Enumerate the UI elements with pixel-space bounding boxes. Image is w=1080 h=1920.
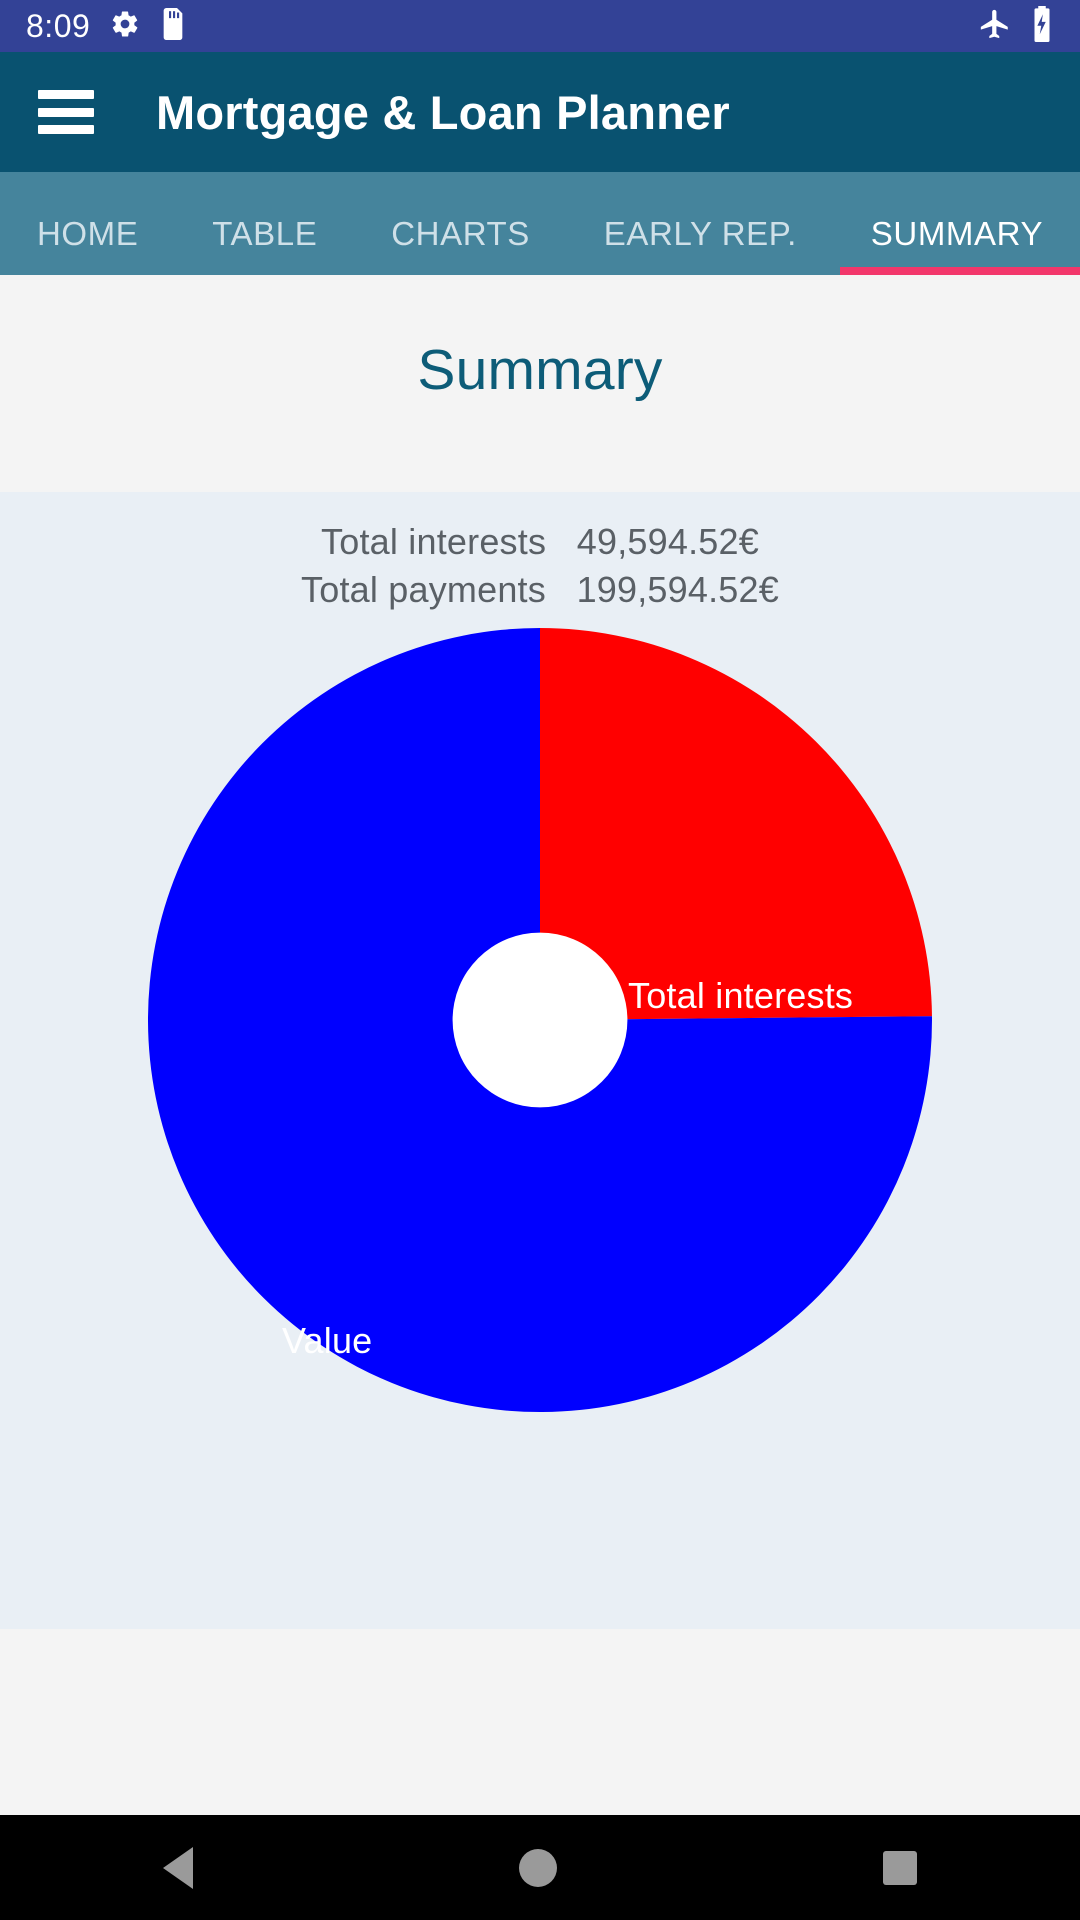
tab-table[interactable]: TABLE [175,215,354,275]
totals-block: Total interests 49,594.52€ Total payment… [0,492,1080,613]
status-bar-clock: 8:09 [26,8,91,44]
summary-card: Total interests 49,594.52€ Total payment… [0,492,1080,1629]
status-bar-left: 8:09 [26,7,186,45]
tab-bar: HOME TABLE CHARTS EARLY REP. SUMMARY [0,172,1080,275]
page-title: Summary [417,338,663,402]
pie-slice-label-interests: Total interests [628,975,854,1017]
tab-label: CHARTS [391,215,530,252]
tab-label: HOME [36,215,139,252]
total-interests-row: Total interests 49,594.52€ [0,518,1080,566]
summary-donut-chart[interactable] [145,625,935,1425]
app-bar: Mortgage & Loan Planner [0,52,1080,172]
sd-card-icon [160,7,186,45]
tab-summary[interactable]: SUMMARY [834,215,1080,275]
back-button-icon[interactable] [163,1846,193,1889]
android-navigation-bar [0,1815,1080,1920]
recents-button-icon[interactable] [883,1850,917,1885]
total-payments-value: 199,594.52€ [576,568,779,610]
tab-home[interactable]: HOME [0,215,175,275]
battery-charging-icon [1030,5,1054,47]
tab-early-repayment[interactable]: EARLY REP. [567,215,834,275]
tab-label: EARLY REP. [603,215,797,252]
total-interests-label: Total interests [321,521,547,562]
hamburger-bar [38,107,94,117]
status-bar: 8:09 [0,0,1080,52]
tab-label: TABLE [212,215,318,252]
status-bar-right [978,5,1054,47]
hamburger-bar [38,125,94,134]
donut-center-hole [452,932,628,1108]
total-payments-label: Total payments [301,568,546,610]
app-screen: 8:09 Mortgage & Loan Planner HOME TABLE … [0,0,1080,1920]
app-title: Mortgage & Loan Planner [156,85,730,139]
total-payments-row: Total payments 199,594.52€ [0,566,1080,614]
home-button-icon[interactable] [519,1848,557,1887]
tab-active-indicator [839,267,1080,275]
main-content: Summary Total interests 49,594.52€ Total… [0,275,1080,1820]
pie-slice-label-value: Value [282,1320,373,1362]
gear-icon [110,9,140,44]
airplane-mode-icon [978,7,1012,46]
hamburger-menu-icon[interactable] [38,90,94,134]
hamburger-bar [38,90,94,99]
total-interests-value: 49,594.52€ [576,521,759,562]
tab-label: SUMMARY [870,215,1044,252]
tab-charts[interactable]: CHARTS [354,215,567,275]
pie-chart-container: Total interests Value [0,625,1080,1555]
